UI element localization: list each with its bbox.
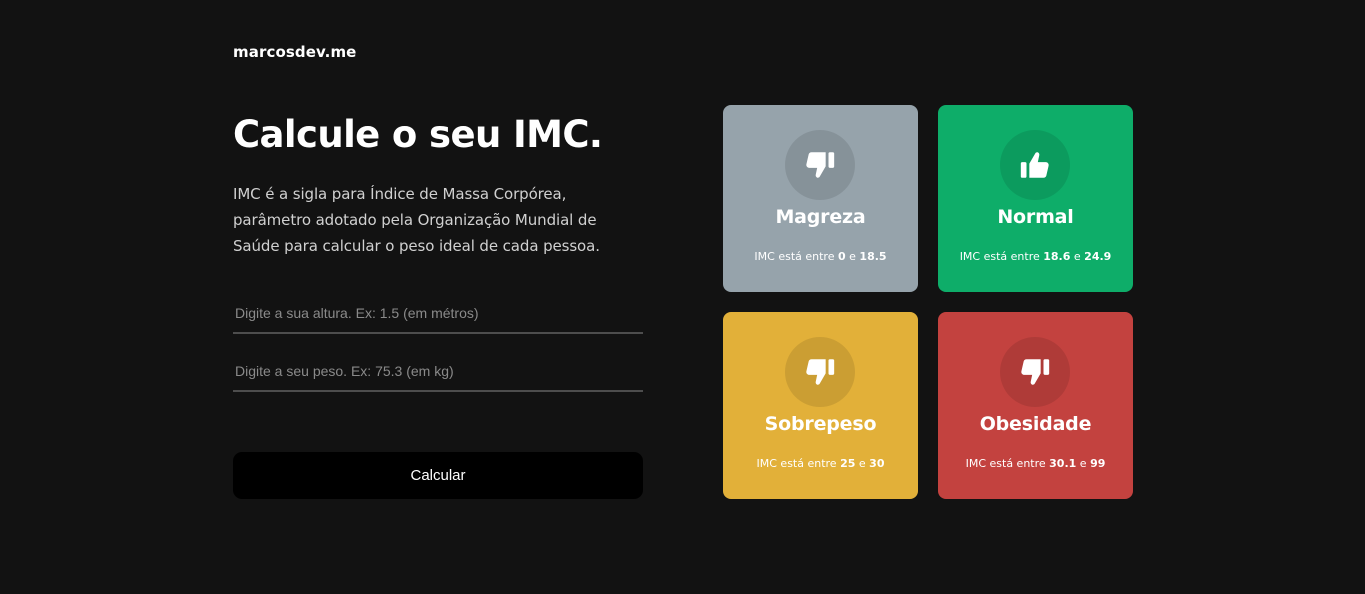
brand-logo[interactable]: marcosdev.me bbox=[233, 43, 356, 61]
calculate-button[interactable]: Calcular bbox=[233, 452, 643, 499]
category-title: Obesidade bbox=[979, 413, 1092, 435]
category-title: Normal bbox=[997, 206, 1074, 228]
height-input[interactable] bbox=[233, 294, 643, 334]
category-card-obesidade: Obesidade IMC está entre 30.1 e 99 bbox=[938, 312, 1133, 499]
description-line: IMC é a sigla para Índice de Massa Corpó… bbox=[233, 185, 567, 203]
thumbs-up-icon bbox=[1000, 130, 1070, 200]
thumbs-down-icon bbox=[785, 130, 855, 200]
category-range: IMC está entre 30.1 e 99 bbox=[965, 457, 1106, 470]
page-description: IMC é a sigla para Índice de Massa Corpó… bbox=[233, 181, 643, 259]
description-line: parâmetro adotado pela Organização Mundi… bbox=[233, 211, 597, 229]
category-card-sobrepeso: Sobrepeso IMC está entre 25 e 30 bbox=[723, 312, 918, 499]
category-range: IMC está entre 25 e 30 bbox=[756, 457, 885, 470]
category-range: IMC está entre 18.6 e 24.9 bbox=[959, 250, 1112, 263]
category-title: Magreza bbox=[775, 206, 866, 228]
page-title: Calcule o seu IMC. bbox=[233, 113, 603, 156]
imc-page: marcosdev.me Calcule o seu IMC. IMC é a … bbox=[0, 0, 1365, 594]
category-card-magreza: Magreza IMC está entre 0 e 18.5 bbox=[723, 105, 918, 292]
calculator-panel: Calcule o seu IMC. IMC é a sigla para Ín… bbox=[233, 110, 643, 499]
thumbs-down-icon bbox=[1000, 337, 1070, 407]
category-card-normal: Normal IMC está entre 18.6 e 24.9 bbox=[938, 105, 1133, 292]
category-range: IMC está entre 0 e 18.5 bbox=[754, 250, 887, 263]
weight-input[interactable] bbox=[233, 352, 643, 392]
description-line: Saúde para calcular o peso ideal de cada… bbox=[233, 237, 600, 255]
imc-categories-grid: Magreza IMC está entre 0 e 18.5 Normal I… bbox=[723, 105, 1133, 499]
category-title: Sobrepeso bbox=[764, 413, 877, 435]
thumbs-down-icon bbox=[785, 337, 855, 407]
